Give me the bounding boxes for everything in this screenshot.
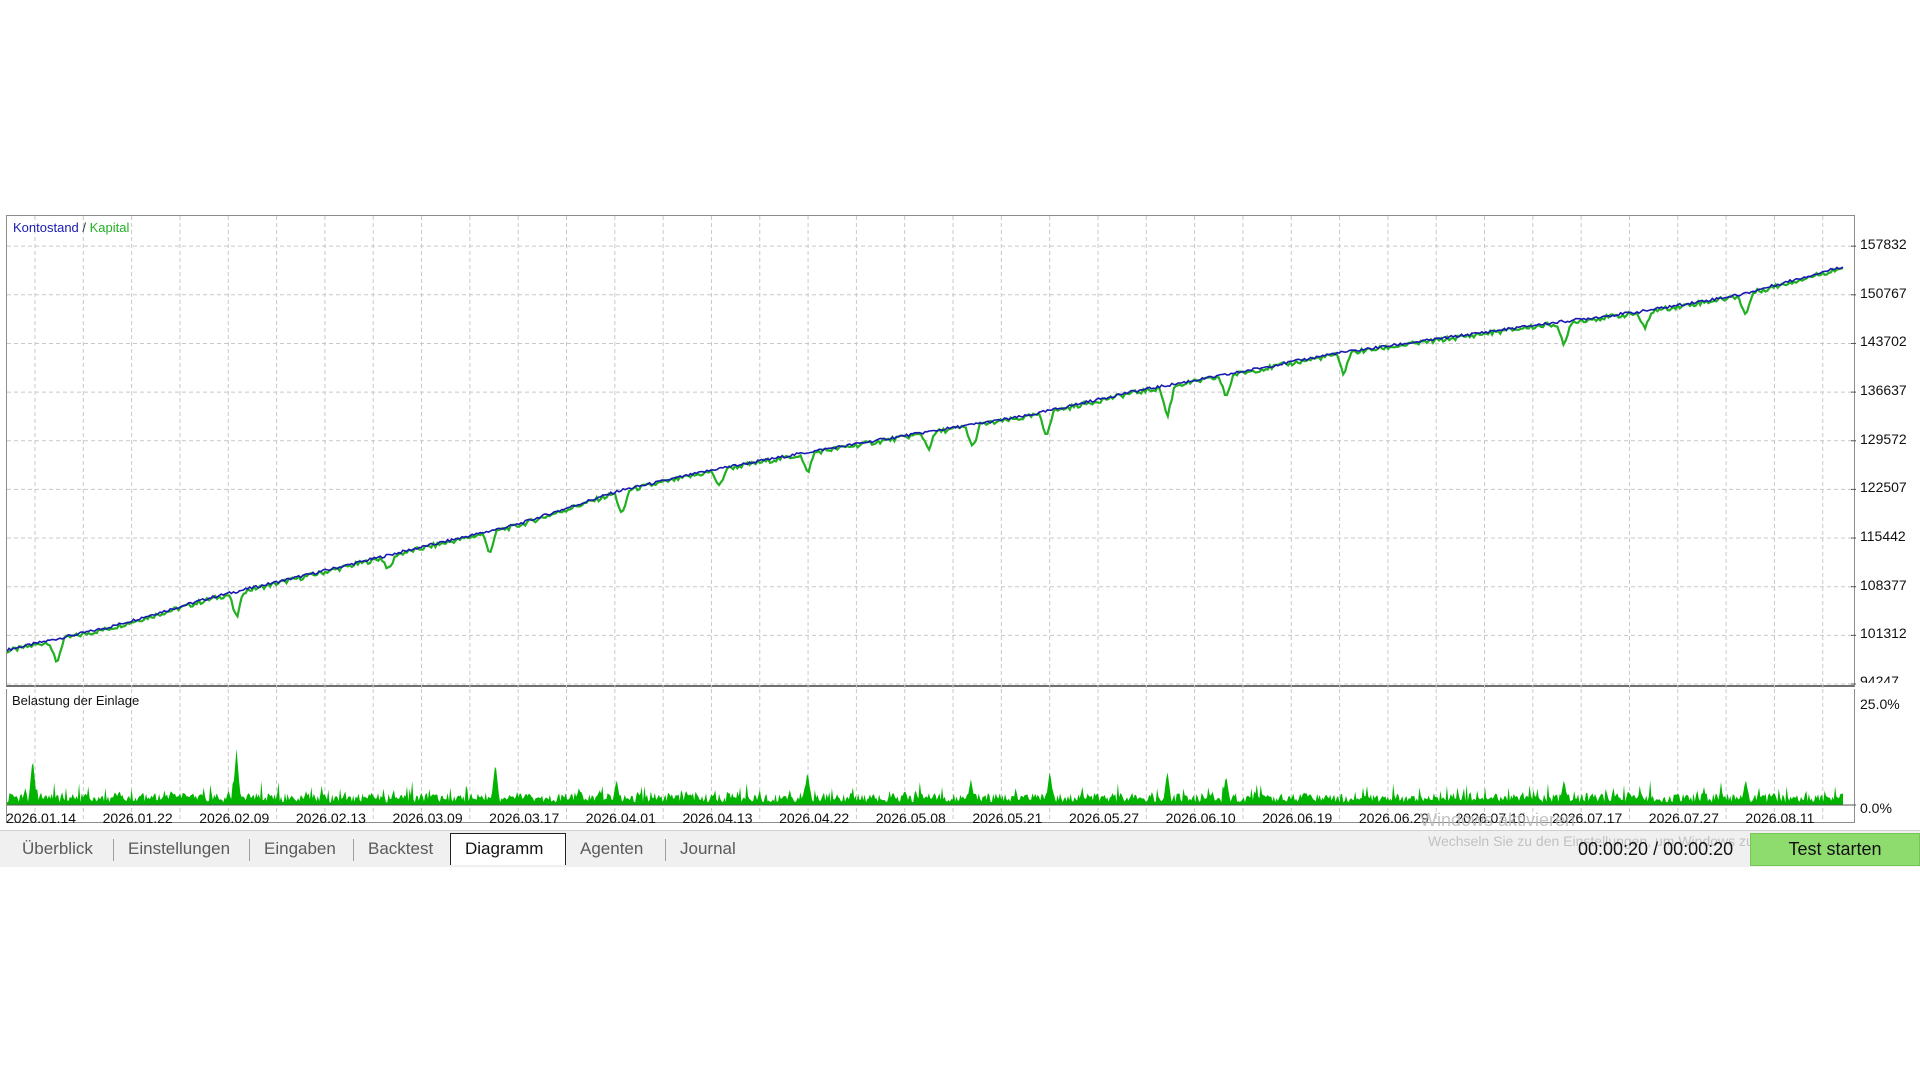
balance-chart-svg <box>7 216 1856 688</box>
y-tick-label: 122507 <box>1860 479 1907 496</box>
equity-line <box>7 266 1844 663</box>
x-tick-label: 2026.05.27 <box>1068 810 1140 826</box>
tab-einstellungen[interactable]: Einstellungen <box>114 835 250 863</box>
y-tick-label: 157832 <box>1860 236 1907 253</box>
tester-tab-bar: Überblick Einstellungen Eingaben Backtes… <box>0 830 1920 867</box>
drawdown-area <box>7 748 1843 805</box>
x-tick-label: 2026.06.29 <box>1358 810 1429 826</box>
x-tick-label: 2026.06.19 <box>1262 810 1333 826</box>
legend-balance: Kontostand <box>13 220 79 235</box>
y-tick-label: 136637 <box>1860 382 1907 399</box>
y-tick-label: 150767 <box>1860 284 1907 301</box>
drawdown-axis-bottom: 0.0% <box>1860 800 1892 816</box>
strategy-tester-panel: Kontostand / Kapital Belastung der Einla… <box>0 215 1920 867</box>
x-tick-label: 2026.02.13 <box>295 810 366 826</box>
balance-line <box>7 266 1844 652</box>
x-tick-label: 2026.03.09 <box>392 810 463 826</box>
tab-backtest[interactable]: Backtest <box>354 835 450 863</box>
y-tick-label: 108377 <box>1860 576 1907 593</box>
start-test-button[interactable]: Test starten <box>1750 833 1920 866</box>
drawdown-chart-svg <box>7 689 1856 822</box>
x-tick-label: 2026.08.11 <box>1745 810 1815 826</box>
y-tick-label: 94247 <box>1860 673 1899 683</box>
legend-equity: Kapital <box>89 220 130 235</box>
x-tick-label: 2026.05.08 <box>875 810 946 826</box>
chart-legend: Kontostand / Kapital <box>13 220 129 235</box>
x-tick-label: 2026.04.01 <box>585 810 656 826</box>
x-tick-label: 2026.04.13 <box>682 810 753 826</box>
x-tick-label: 2026.01.22 <box>102 810 173 826</box>
legend-separator: / <box>78 220 90 235</box>
tab-ueberblick[interactable]: Überblick <box>8 835 114 863</box>
x-tick-label: 2026.01.14 <box>6 810 77 826</box>
watermark-title: Windows aktivieren <box>1420 810 1576 830</box>
tab-agenten[interactable]: Agenten <box>566 835 666 863</box>
x-tick-label: 2026.03.17 <box>489 810 560 826</box>
y-tick-label: 101312 <box>1860 625 1907 642</box>
tab-eingaben[interactable]: Eingaben <box>250 835 354 863</box>
tab-diagramm[interactable]: Diagramm <box>450 833 566 865</box>
x-tick-label: 2026.06.10 <box>1165 810 1236 826</box>
x-tick-label: 2026.02.09 <box>199 810 270 826</box>
y-tick-label: 129572 <box>1860 430 1907 447</box>
drawdown-title: Belastung der Einlage <box>12 693 140 708</box>
x-tick-label: 2026.04.22 <box>779 810 850 826</box>
drawdown-chart: Belastung der Einlage <box>6 689 1856 823</box>
y-tick-label: 143702 <box>1860 333 1907 350</box>
drawdown-axis-top: 25.0% <box>1860 696 1900 712</box>
tab-journal[interactable]: Journal <box>666 835 756 863</box>
test-timer: 00:00:20 / 00:00:20 <box>1578 839 1734 859</box>
y-tick-label: 115442 <box>1860 528 1906 545</box>
balance-chart: Kontostand / Kapital <box>6 215 1856 688</box>
x-tick-label: 2026.05.21 <box>972 810 1043 826</box>
x-tick-label: 2026.07.27 <box>1648 810 1719 826</box>
